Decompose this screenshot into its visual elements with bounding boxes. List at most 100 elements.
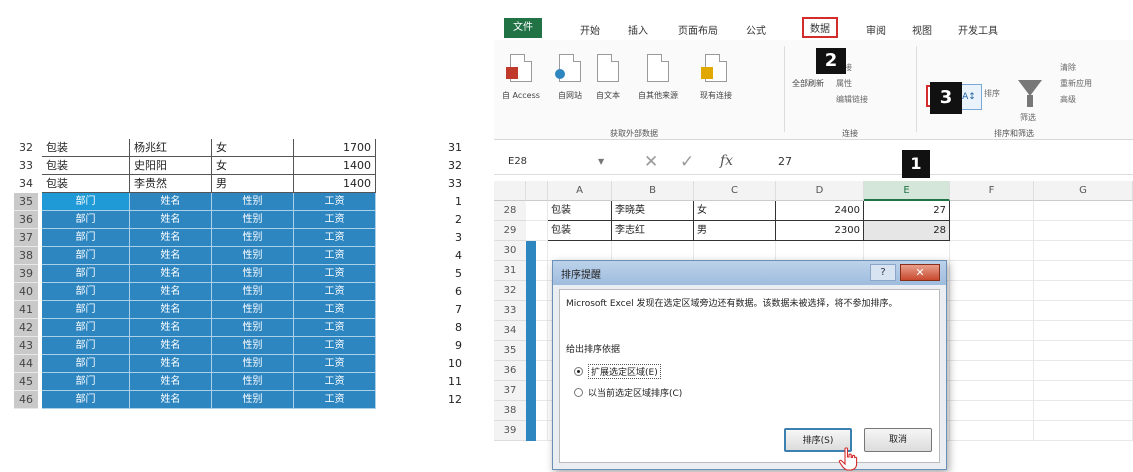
close-button[interactable]: ✕ [900, 264, 940, 281]
cell[interactable] [1034, 241, 1133, 261]
cell[interactable] [1034, 381, 1133, 401]
name-box[interactable]: E28 [504, 152, 592, 172]
cell[interactable] [950, 401, 1034, 421]
cell[interactable] [864, 241, 950, 261]
cell[interactable] [950, 361, 1034, 381]
cancel-button[interactable]: 取消 [864, 428, 932, 452]
cell[interactable] [526, 201, 548, 221]
selection-edge [526, 261, 536, 281]
column-header[interactable]: G [1034, 181, 1133, 201]
row-header[interactable]: 30 [494, 241, 526, 261]
cell[interactable] [612, 241, 694, 261]
from-web-button[interactable]: 自网站 [555, 54, 582, 101]
cell[interactable] [776, 241, 864, 261]
cell[interactable]: 女 [694, 201, 776, 221]
filter-button[interactable]: 筛选 [1020, 112, 1036, 123]
cell[interactable] [1034, 361, 1133, 381]
tab-developer[interactable]: 开发工具 [958, 19, 998, 40]
reapply-button[interactable]: 重新应用 [1060, 78, 1092, 89]
cell[interactable] [548, 241, 612, 261]
cell[interactable] [1034, 341, 1133, 361]
cell[interactable] [950, 321, 1034, 341]
cell[interactable] [1034, 421, 1133, 441]
cell[interactable] [950, 341, 1034, 361]
row-header[interactable]: 35 [494, 341, 526, 361]
tab-home[interactable]: 开始 [580, 19, 600, 40]
help-button[interactable]: ? [870, 264, 896, 281]
select-all-corner[interactable] [494, 181, 526, 201]
column-header[interactable] [526, 181, 548, 201]
row-header[interactable]: 33 [494, 301, 526, 321]
cell[interactable] [694, 241, 776, 261]
cell[interactable] [1034, 401, 1133, 421]
existing-connections-button[interactable]: 现有连接 [700, 54, 732, 101]
advanced-button[interactable]: 高级 [1060, 94, 1076, 105]
cell[interactable] [1034, 321, 1133, 341]
cell[interactable] [950, 261, 1034, 281]
cell[interactable]: 李志红 [612, 221, 694, 241]
cell[interactable]: 男 [694, 221, 776, 241]
cell[interactable]: 2400 [776, 201, 864, 221]
cell[interactable] [1034, 201, 1133, 221]
filter-icon[interactable] [1018, 80, 1042, 96]
cell[interactable] [950, 281, 1034, 301]
properties-button[interactable]: 属性 [836, 78, 852, 89]
cell[interactable]: 李晓英 [612, 201, 694, 221]
cell[interactable]: 包装 [548, 221, 612, 241]
tab-formulas[interactable]: 公式 [746, 19, 766, 40]
column-header[interactable]: A [548, 181, 612, 201]
cancel-formula-icon[interactable]: ✕ [644, 152, 658, 172]
cell[interactable] [950, 301, 1034, 321]
row-header[interactable]: 38 [494, 401, 526, 421]
row-header[interactable]: 39 [494, 421, 526, 441]
cell: 性别 [212, 355, 294, 373]
row-header[interactable]: 36 [494, 361, 526, 381]
cell[interactable]: 2300 [776, 221, 864, 241]
cell[interactable]: 包装 [548, 201, 612, 221]
cell[interactable] [950, 201, 1034, 221]
cell[interactable] [1034, 281, 1133, 301]
row-header[interactable]: 28 [494, 201, 526, 221]
radio-current-selection[interactable]: 以当前选定区域排序(C) [574, 386, 682, 399]
tab-review[interactable]: 审阅 [866, 19, 886, 40]
cell[interactable]: 27 [864, 201, 950, 221]
formula-input[interactable]: 27 [778, 155, 792, 168]
cell[interactable] [1034, 261, 1133, 281]
radio-expand-selection[interactable]: 扩展选定区域(E) [574, 364, 661, 379]
insert-function-icon[interactable]: fx [720, 153, 733, 169]
row-header[interactable]: 31 [494, 261, 526, 281]
clear-button[interactable]: 清除 [1060, 62, 1076, 73]
tab-view[interactable]: 视图 [912, 19, 932, 40]
edit-links-button[interactable]: 编辑链接 [836, 94, 868, 105]
radio-selected-icon[interactable] [574, 367, 583, 376]
from-access-button[interactable]: 自 Access [502, 54, 540, 101]
cell[interactable] [950, 381, 1034, 401]
radio-unselected-icon[interactable] [574, 388, 583, 397]
column-header[interactable]: E [864, 181, 950, 201]
column-header[interactable]: B [612, 181, 694, 201]
name-box-dropdown-icon[interactable]: ▼ [598, 157, 604, 166]
row-header[interactable]: 29 [494, 221, 526, 241]
column-header[interactable]: C [694, 181, 776, 201]
tab-page-layout[interactable]: 页面布局 [678, 19, 718, 40]
cell[interactable] [1034, 301, 1133, 321]
row-header[interactable]: 32 [494, 281, 526, 301]
cell[interactable] [1034, 221, 1133, 241]
tab-insert[interactable]: 插入 [628, 19, 648, 40]
from-other-sources-button[interactable]: 自其他来源 [638, 54, 678, 101]
dialog-titlebar[interactable]: 排序提醒 ? ✕ [553, 261, 946, 285]
cell[interactable] [950, 241, 1034, 261]
enter-formula-icon[interactable]: ✓ [680, 152, 694, 172]
tab-file[interactable]: 文件 [504, 18, 542, 38]
cell[interactable] [526, 221, 548, 241]
column-header[interactable]: D [776, 181, 864, 201]
row-header[interactable]: 34 [494, 321, 526, 341]
cell[interactable] [950, 221, 1034, 241]
tab-data[interactable]: 数据 [802, 17, 838, 38]
cell[interactable]: 28 [864, 221, 950, 241]
refresh-all-button[interactable]: 全部刷新 [792, 78, 824, 89]
cell[interactable] [950, 421, 1034, 441]
row-header[interactable]: 37 [494, 381, 526, 401]
column-header[interactable]: F [950, 181, 1034, 201]
from-text-button[interactable]: 自文本 [596, 54, 620, 101]
